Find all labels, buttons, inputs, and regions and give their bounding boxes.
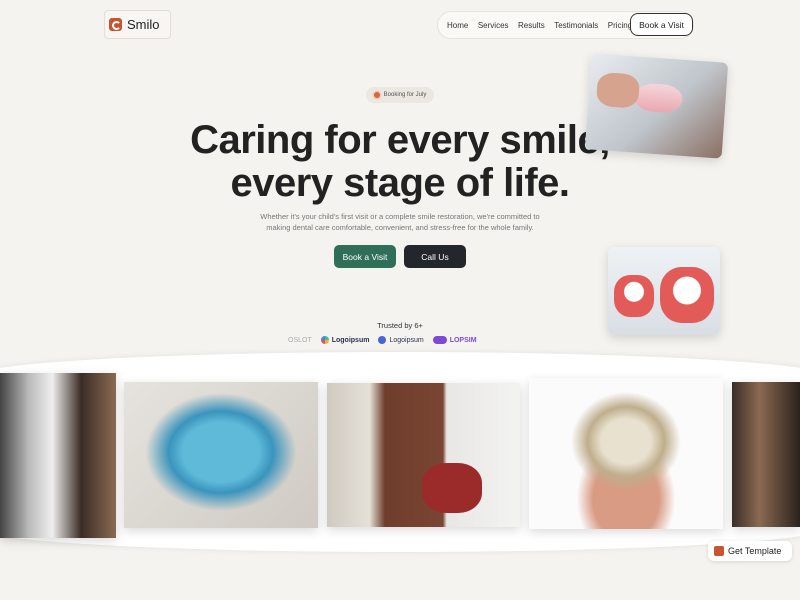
call-us-button[interactable]: Call Us bbox=[404, 245, 466, 268]
xray-panel-photo bbox=[732, 382, 800, 527]
partner-logos: OSLOT Logoipsum Logoipsum LOPSIM bbox=[288, 336, 477, 344]
ring-logo-icon bbox=[432, 336, 447, 344]
hand-holding-retainer-photo bbox=[584, 53, 729, 159]
denture-model-photo bbox=[529, 378, 723, 529]
book-visit-button[interactable]: Book a Visit bbox=[334, 245, 396, 268]
nav-book-button[interactable]: Book a Visit bbox=[630, 13, 693, 36]
partner-logo-logoipsum-1: Logoipsum bbox=[320, 336, 369, 344]
badge-label: Booking for July bbox=[383, 92, 427, 98]
brand-name: Smilo bbox=[127, 17, 160, 32]
hero-subtitle: Whether it's your child's first visit or… bbox=[260, 212, 540, 232]
dental-clinic-photo bbox=[327, 383, 520, 527]
dentist-xray-photo bbox=[0, 373, 116, 538]
template-logo-icon bbox=[714, 546, 724, 556]
partner-logo-lopsim: LOPSIM bbox=[432, 336, 477, 344]
hero-title-line1: Caring for every smile, bbox=[190, 118, 610, 162]
flower-logo-icon bbox=[320, 336, 329, 344]
hero-title-line2: every stage of life. bbox=[230, 161, 570, 205]
get-template-button[interactable]: Get Template bbox=[708, 541, 792, 561]
clear-aligner-photo bbox=[124, 382, 318, 528]
circle-logo-icon bbox=[378, 336, 387, 344]
braces-model-photo bbox=[608, 247, 720, 335]
nav-pricing[interactable]: Pricing bbox=[608, 21, 632, 30]
get-template-label: Get Template bbox=[728, 546, 782, 556]
nav-results[interactable]: Results bbox=[518, 21, 545, 30]
partner-logo-oslot: OSLOT bbox=[288, 336, 312, 344]
booking-badge: Booking for July bbox=[366, 87, 434, 103]
nav-testimonials[interactable]: Testimonials bbox=[554, 21, 598, 30]
status-dot-icon bbox=[373, 92, 380, 98]
brand-logo[interactable]: Smilo bbox=[104, 10, 171, 39]
smilo-logo-icon bbox=[109, 18, 122, 31]
partner-logo-logoipsum-2: Logoipsum bbox=[378, 336, 424, 344]
nav-home[interactable]: Home bbox=[447, 21, 468, 30]
nav-services[interactable]: Services bbox=[478, 21, 509, 30]
